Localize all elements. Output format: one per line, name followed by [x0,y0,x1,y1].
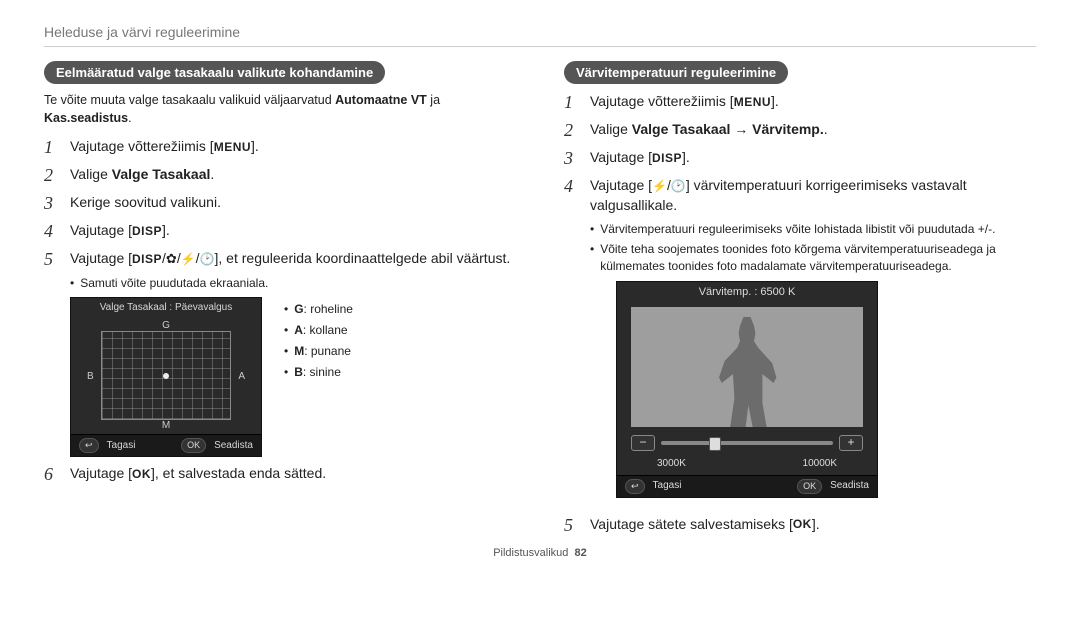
range-min: 3000K [657,457,686,471]
wb-preview-title: Valge Tasakaal : Päevavalgus [71,298,261,318]
page-footer: Pildistusvalikud 82 [44,547,1036,559]
ok-icon: OK [132,466,151,483]
macro-icon [166,250,177,266]
flash-icon [181,250,196,266]
back-button[interactable]: ↩ [625,479,645,494]
wb-preview-panel: Valge Tasakaal : Päevavalgus G M B A [70,297,262,457]
ok-icon: OK [793,516,812,533]
menu-icon: MENU [734,94,771,111]
steps-right: Vajutage võtterežiimis [MENU]. Valige Va… [564,92,1036,536]
disp-icon: DISP [652,150,682,167]
timer-icon [671,177,686,193]
axis-b: B [87,370,94,384]
plus-button[interactable]: + [839,435,863,451]
menu-icon: MENU [214,139,251,156]
right-column: Värvitemperatuuri reguleerimine Vajutage… [564,61,1036,543]
minus-button[interactable]: − [631,435,655,451]
disp-icon: DISP [132,251,162,268]
back-button[interactable]: ↩ [79,438,99,453]
wb-legend: G: roheline A: kollane M: punane B: sini… [284,297,353,384]
axis-a: A [238,370,245,384]
colortemp-preview-panel: Värvitemp. : 6500 K − + 3000K 10000K [616,281,878,498]
divider [44,46,1036,47]
wb-grid [101,331,231,420]
axis-g: G [162,319,170,333]
colortemp-image [631,307,863,427]
flash-icon [652,177,667,193]
section-pill-right: Värvitemperatuuri reguleerimine [564,61,788,84]
left-column: Eelmääratud valge tasakaalu valikute koh… [44,61,516,543]
timer-icon [200,250,215,266]
intro-text: Te võite muuta valge tasakaalu valikuid … [44,92,516,127]
colortemp-title: Värvitemp. : 6500 K [617,282,877,303]
ok-button[interactable]: OK [797,479,822,494]
ok-button[interactable]: OK [181,438,206,453]
axis-m: M [162,419,170,433]
range-max: 10000K [803,457,837,471]
disp-icon: DISP [132,223,162,240]
steps-left: Vajutage võtterežiimis [MENU]. Valige Va… [44,137,516,485]
section-pill-left: Eelmääratud valge tasakaalu valikute koh… [44,61,385,84]
page-title: Heleduse ja värvi reguleerimine [44,24,1036,40]
temp-slider[interactable] [661,441,833,445]
